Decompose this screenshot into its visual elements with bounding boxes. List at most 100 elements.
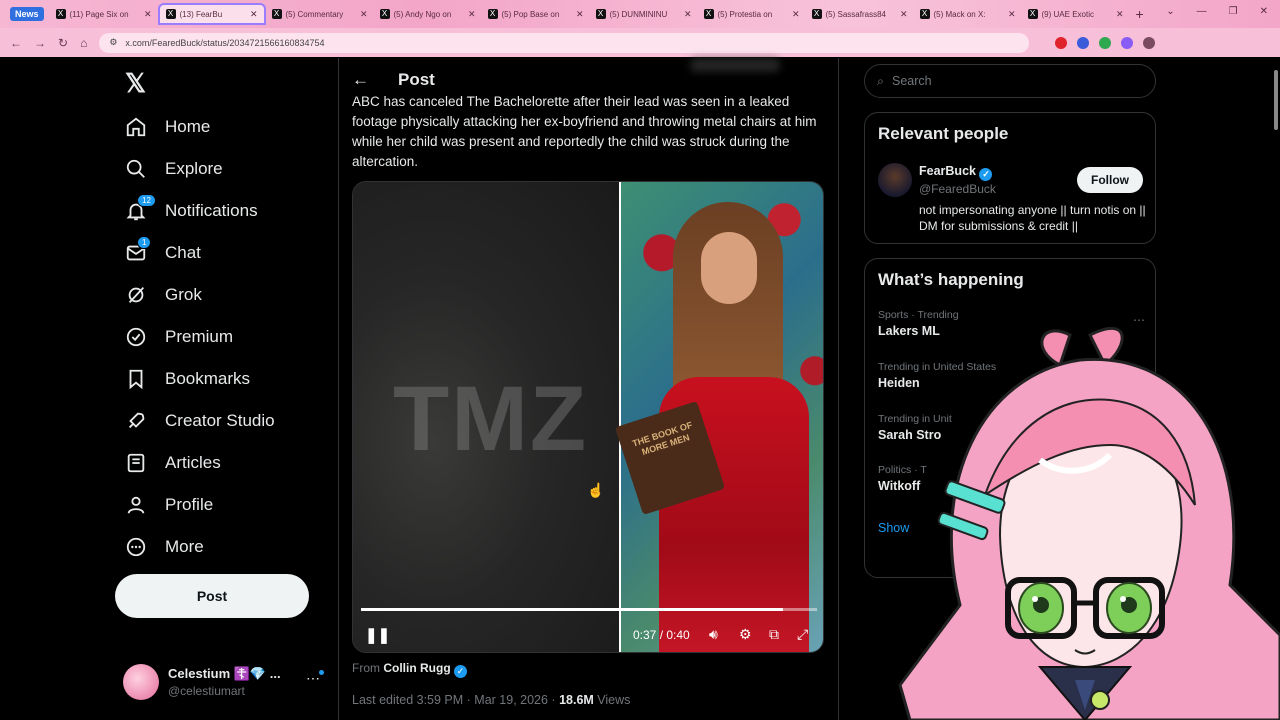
nav-notifications[interactable]: 12 Notifications xyxy=(125,194,258,222)
video-progress-bar[interactable] xyxy=(361,608,817,611)
tab-close-icon[interactable]: ✕ xyxy=(576,9,584,20)
post-timestamp[interactable]: Last edited 3:59 PM · Mar 19, 2026 · xyxy=(352,693,559,707)
x-logo-icon[interactable]: 𝕏 xyxy=(125,68,146,99)
tab-label: (9) UAE Exotic xyxy=(1041,9,1094,19)
x-favicon-icon: X xyxy=(919,9,930,19)
search-placeholder: Search xyxy=(892,74,932,88)
url-field[interactable]: ⚙ x.com/FearedBuck/status/20347215661608… xyxy=(99,32,1030,53)
video-player[interactable]: TMZ THE BOOK OF MORE MEN ☝ ❚❚ 0:37 / 0:4… xyxy=(352,181,824,653)
page-title: Post xyxy=(398,70,435,89)
source-name-link[interactable]: Collin Rugg xyxy=(383,661,450,675)
tab-search-icon[interactable]: ⌄ xyxy=(1166,6,1174,17)
x-favicon-icon: X xyxy=(379,9,390,19)
minimize-icon[interactable]: — xyxy=(1197,6,1207,17)
tab-label: (5) Mack on X: xyxy=(933,9,986,19)
nav-premium[interactable]: Premium xyxy=(125,326,233,348)
forward-nav-icon[interactable]: → xyxy=(34,36,46,50)
profile-name[interactable]: FearBuck ✓ xyxy=(919,164,993,181)
notification-badge: 12 xyxy=(137,194,156,207)
browser-tab[interactable]: X (5) Andy Ngo on ✕ xyxy=(374,3,482,25)
nav-label: Notifications xyxy=(165,201,258,220)
scrollbar[interactable] xyxy=(1274,70,1278,130)
extension-icon[interactable] xyxy=(1055,36,1068,49)
volume-icon[interactable]: 🔊︎ xyxy=(709,626,718,643)
reload-icon[interactable]: ↻ xyxy=(58,36,68,50)
profile-handle: @FearedBuck xyxy=(919,182,996,196)
tab-close-icon[interactable]: ✕ xyxy=(792,9,800,20)
nav-bookmarks[interactable]: Bookmarks xyxy=(125,368,250,390)
relevant-people-card: Relevant people FearBuck ✓ @FearedBuck F… xyxy=(864,112,1156,244)
tab-label: (5) Protestia on xyxy=(717,9,773,19)
back-nav-icon[interactable]: ← xyxy=(10,36,22,50)
verified-badge-icon: ✓ xyxy=(454,665,468,678)
settings-gear-icon[interactable]: ⚙ xyxy=(739,626,752,643)
browser-tab[interactable]: X (5) Pop Base on ✕ xyxy=(482,3,590,25)
browser-tab[interactable]: X (5) Mack on X: ✕ xyxy=(914,3,1022,25)
source-attribution: From Collin Rugg ✓ xyxy=(352,661,468,678)
extension-icon[interactable] xyxy=(1121,36,1134,49)
divider xyxy=(338,58,339,720)
tab-close-icon[interactable]: ✕ xyxy=(360,9,368,20)
browser-tab-active[interactable]: X (13) FearBu ✕ xyxy=(157,3,266,25)
verified-badge-icon: ✓ xyxy=(979,168,993,181)
tab-close-icon[interactable]: ✕ xyxy=(144,9,152,20)
new-tab-button[interactable]: + xyxy=(1136,6,1144,22)
nav-creator-studio[interactable]: Creator Studio xyxy=(125,410,275,432)
tab-label: (5) Andy Ngo on xyxy=(393,9,452,19)
account-more-icon[interactable]: ⋯ xyxy=(306,670,320,687)
tab-close-icon[interactable]: ✕ xyxy=(250,9,258,20)
tab-close-icon[interactable]: ✕ xyxy=(1008,9,1016,20)
browser-tab[interactable]: X (5) Protestia on ✕ xyxy=(698,3,806,25)
nav-explore[interactable]: Explore xyxy=(125,158,223,180)
nav-label: Profile xyxy=(165,495,214,514)
browser-tab[interactable]: X (5) Sassafrass84 ✕ xyxy=(806,3,914,25)
x-favicon-icon: X xyxy=(271,9,282,19)
fullscreen-icon[interactable]: ⤢ xyxy=(797,626,808,643)
x-favicon-icon: X xyxy=(165,9,176,19)
avatar[interactable] xyxy=(878,163,912,197)
popout-icon[interactable]: ⧉ xyxy=(769,626,779,643)
more-icon xyxy=(126,537,146,557)
view-count: 18.6M xyxy=(559,693,594,707)
pause-icon[interactable]: ❚❚ xyxy=(365,626,390,644)
vtuber-avatar-overlay xyxy=(898,327,1280,720)
x-favicon-icon: X xyxy=(55,9,66,19)
tab-close-icon[interactable]: ✕ xyxy=(468,9,476,20)
tab-label: (13) FearBu xyxy=(179,9,223,19)
header-blur xyxy=(690,58,780,72)
browser-tab[interactable]: X (5) DUNMININU ✕ xyxy=(590,3,698,25)
nav-home[interactable]: Home xyxy=(125,116,210,138)
tab-close-icon[interactable]: ✕ xyxy=(900,9,908,20)
extension-icon[interactable] xyxy=(1077,36,1090,49)
divider xyxy=(838,58,839,720)
account-switcher[interactable]: Celestium ☦️💎 ... @celestiumart ⋯ xyxy=(123,664,333,704)
news-chip[interactable]: News xyxy=(10,7,44,21)
unread-dot xyxy=(319,670,324,675)
nav-label: Home xyxy=(165,117,211,136)
nav-more[interactable]: More xyxy=(125,536,204,558)
site-info-icon[interactable]: ⚙ xyxy=(109,37,117,48)
back-arrow-icon[interactable]: ← xyxy=(352,70,369,90)
tab-close-icon[interactable]: ✕ xyxy=(1116,9,1124,20)
nav-articles[interactable]: Articles xyxy=(125,452,221,474)
nav-grok[interactable]: Grok xyxy=(125,284,202,306)
card-title: What’s happening xyxy=(878,270,1024,289)
home-icon xyxy=(126,117,146,137)
post-button[interactable]: Post xyxy=(115,574,309,618)
tab-close-icon[interactable]: ✕ xyxy=(684,9,692,20)
window-controls: ⌄ — ❐ ✕ xyxy=(1166,6,1268,17)
maximize-icon[interactable]: ❐ xyxy=(1229,6,1238,17)
article-icon xyxy=(127,453,145,473)
browser-tab[interactable]: X (11) Page Six on ✕ xyxy=(50,3,158,25)
browser-tab[interactable]: X (9) UAE Exotic ✕ xyxy=(1022,3,1130,25)
browser-tab[interactable]: X (5) Commentary ✕ xyxy=(266,3,374,25)
close-window-icon[interactable]: ✕ xyxy=(1260,6,1268,17)
home-browser-icon[interactable]: ⌂ xyxy=(80,36,87,50)
nav-profile[interactable]: Profile xyxy=(125,494,213,516)
address-bar-row: ← → ↻ ⌂ ⚙ x.com/FearedBuck/status/203472… xyxy=(0,28,1280,57)
extension-icon[interactable] xyxy=(1099,36,1112,49)
nav-chat[interactable]: 1 Chat xyxy=(125,236,201,264)
follow-button[interactable]: Follow xyxy=(1077,167,1143,193)
extension-icon[interactable] xyxy=(1143,36,1156,49)
search-input[interactable]: ⌕ Search xyxy=(864,64,1156,98)
